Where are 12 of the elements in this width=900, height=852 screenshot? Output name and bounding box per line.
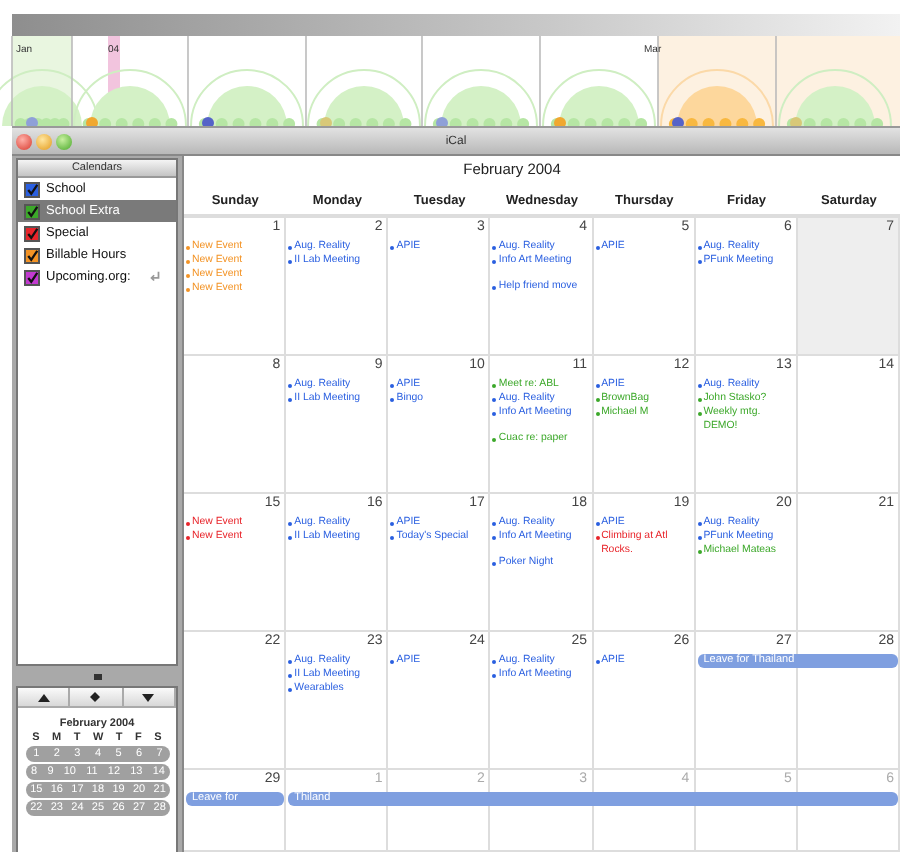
down-arrow-icon bbox=[142, 693, 155, 701]
up-arrow-icon bbox=[37, 693, 50, 701]
splitter-handle[interactable] bbox=[93, 673, 101, 679]
next-button[interactable] bbox=[123, 688, 176, 706]
diamond-icon bbox=[90, 692, 101, 702]
previous-button[interactable] bbox=[18, 688, 71, 706]
checkbox[interactable] bbox=[24, 247, 40, 263]
checkbox[interactable] bbox=[24, 269, 40, 285]
checkbox[interactable] bbox=[24, 203, 40, 219]
checkbox[interactable] bbox=[24, 225, 40, 241]
checkbox[interactable] bbox=[24, 181, 40, 197]
today-button[interactable] bbox=[70, 688, 124, 706]
